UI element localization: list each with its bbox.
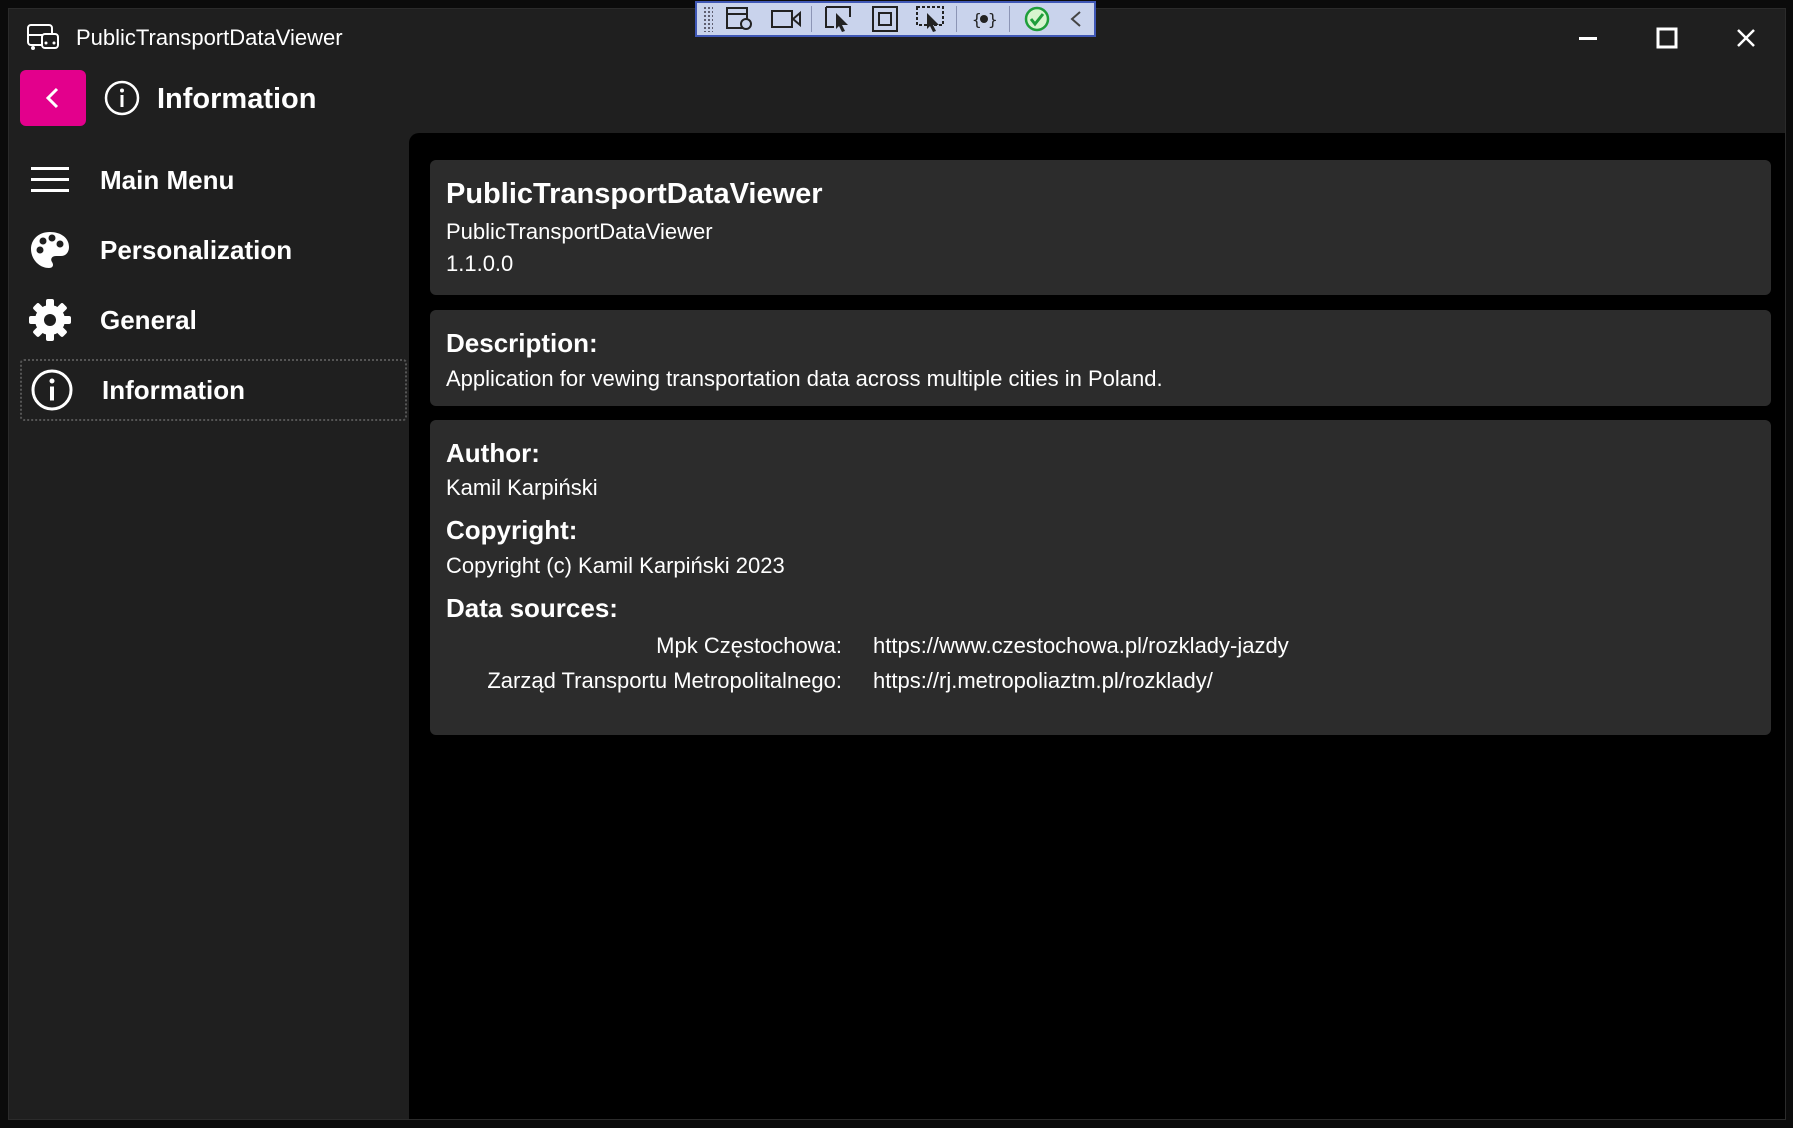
- collapse-icon: [1070, 11, 1081, 27]
- back-button[interactable]: [20, 70, 86, 126]
- track-focus-icon: [916, 6, 944, 32]
- maximize-button[interactable]: [1636, 17, 1698, 59]
- close-button[interactable]: [1715, 17, 1777, 59]
- gear-icon: [28, 298, 72, 342]
- live-visual-tree-button[interactable]: [721, 4, 759, 34]
- info-icon: [30, 368, 74, 412]
- data-sources-heading: Data sources:: [446, 593, 618, 623]
- sidebar-item-label: Main Menu: [100, 164, 235, 195]
- sidebar-item-main-menu[interactable]: Main Menu: [20, 149, 407, 211]
- minimize-icon: [1579, 37, 1597, 40]
- sidebar-item-label: Information: [102, 374, 245, 405]
- sidebar-item-label: General: [100, 304, 197, 335]
- minimize-button[interactable]: [1557, 17, 1619, 59]
- data-source-name: Mpk Częstochowa:: [656, 633, 842, 658]
- bus-icon: [27, 24, 59, 50]
- data-source-name: Zarząd Transportu Metropolitalnego:: [487, 668, 842, 693]
- app-subtitle: PublicTransportDataViewer: [446, 219, 713, 244]
- content-panel: PublicTransportDataViewer PublicTranspor…: [409, 133, 1785, 1119]
- copyright-text: Copyright (c) Kamil Karpiński 2023: [446, 553, 785, 578]
- grip-icon[interactable]: [703, 6, 713, 32]
- sidebar-item-personalization[interactable]: Personalization: [20, 219, 407, 281]
- select-element-icon: [825, 6, 851, 32]
- collapse-toolbar-button[interactable]: [1064, 4, 1088, 34]
- author-card: Author: Kamil Karpiński Copyright: Copyr…: [430, 420, 1771, 735]
- author-heading: Author:: [446, 438, 540, 468]
- select-element-button[interactable]: [820, 4, 858, 34]
- info-icon: [104, 80, 140, 116]
- toolbar-separator: [811, 6, 812, 32]
- data-source-url[interactable]: https://www.czestochowa.pl/rozklady-jazd…: [873, 633, 1289, 659]
- toolbar-separator: [956, 6, 957, 32]
- data-source-url[interactable]: https://rj.metropoliaztm.pl/rozklady/: [873, 668, 1213, 694]
- toolbar-separator: [1009, 6, 1010, 32]
- record-button[interactable]: [767, 4, 805, 34]
- description-text: Application for vewing transportation da…: [446, 366, 1163, 391]
- app-info-card: PublicTransportDataViewer PublicTranspor…: [430, 160, 1771, 295]
- author-name: Kamil Karpiński: [446, 475, 598, 500]
- hamburger-icon: [28, 158, 72, 202]
- svg-text:}: }: [988, 10, 998, 29]
- debug-toolbar: { }: [695, 1, 1096, 37]
- track-focus-button[interactable]: [912, 4, 950, 34]
- page-title: Information: [157, 83, 317, 115]
- app-name: PublicTransportDataViewer: [446, 178, 823, 210]
- app-version: 1.1.0.0: [446, 251, 514, 276]
- close-icon: [1737, 29, 1755, 47]
- sidebar-item-label: Personalization: [100, 234, 293, 265]
- app-window: PublicTransportDataViewer Information Ma…: [8, 8, 1786, 1120]
- chevron-left-icon: [45, 87, 59, 109]
- hot-reload-button[interactable]: [1018, 4, 1056, 34]
- maximize-icon: [1656, 27, 1678, 49]
- window-title: PublicTransportDataViewer: [76, 25, 343, 50]
- sidebar-item-information[interactable]: Information: [20, 359, 407, 421]
- display-layout-adorners-icon: [872, 6, 898, 32]
- hot-reload-icon: [1024, 6, 1050, 32]
- description-card: Description: Application for vewing tran…: [430, 310, 1771, 406]
- copyright-heading: Copyright:: [446, 515, 578, 545]
- palette-icon: [28, 228, 72, 272]
- binding-failures-button[interactable]: { }: [965, 4, 1003, 34]
- live-visual-tree-icon: [726, 7, 752, 30]
- sidebar-item-general[interactable]: General: [20, 289, 407, 351]
- record-icon: [771, 10, 801, 28]
- binding-failures-icon: { }: [972, 10, 998, 29]
- layout-adorners-button[interactable]: [866, 4, 904, 34]
- description-heading: Description:: [446, 328, 598, 358]
- sidebar-nav: Main Menu Personalization General Inform…: [20, 149, 407, 429]
